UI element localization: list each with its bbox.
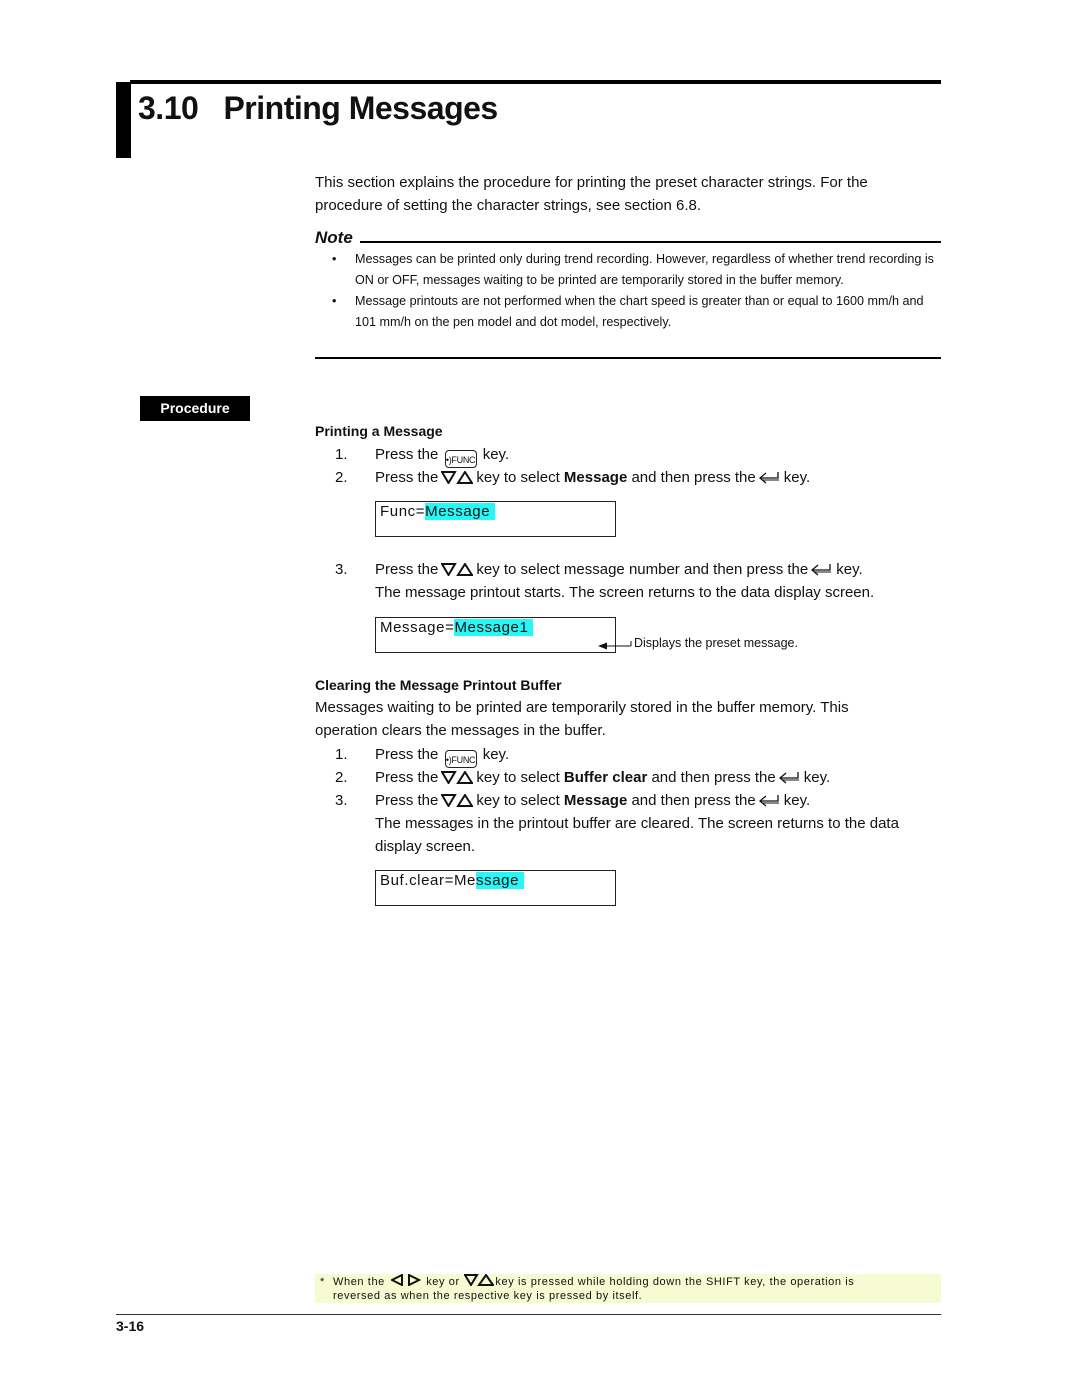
note-list: • Messages can be printed only during tre… — [330, 249, 940, 333]
lcd-highlight: Message1 — [454, 619, 534, 636]
enter-key-icon — [758, 468, 781, 491]
down-up-key-icon — [440, 791, 475, 814]
bullet-icon: • — [332, 252, 337, 266]
footer-rule — [116, 1314, 941, 1315]
clearing-heading: Clearing the Message Printout Buffer — [315, 677, 562, 693]
title-accent-bar — [116, 82, 131, 158]
down-up-key-icon — [440, 768, 475, 791]
printing-step-3-result: The message printout starts. The screen … — [375, 584, 875, 601]
page-title: 3.10 Printing Messages — [138, 90, 498, 127]
enter-key-icon — [758, 791, 781, 814]
procedure-tag: Procedure — [140, 396, 250, 421]
note-item: • Message printouts are not performed whe… — [330, 291, 940, 333]
lcd-func-message: Func=Message — [375, 501, 616, 537]
note-bottom-rule — [315, 357, 941, 359]
lcd-highlight: Message — [425, 503, 495, 520]
clearing-step-3-result: The messages in the printout buffer are … — [375, 815, 899, 855]
footnote: * When the key or key is pressed while h… — [315, 1273, 941, 1303]
bullet-icon: • — [332, 294, 337, 308]
down-up-key-icon — [440, 468, 475, 491]
note-top-rule — [360, 241, 941, 243]
printing-heading: Printing a Message — [315, 423, 443, 439]
title-rule — [130, 80, 941, 84]
enter-key-icon — [778, 768, 801, 791]
lcd-buffer-clear: Buf.clear=Message — [375, 870, 616, 906]
section-number: 3.10 — [138, 90, 199, 126]
intro-paragraph: This section explains the procedure for … — [315, 174, 868, 214]
arrow-left-icon — [598, 638, 632, 656]
lcd-annotation: Displays the preset message. — [634, 636, 798, 650]
down-up-key-icon — [440, 560, 475, 583]
left-right-key-icon — [389, 1273, 421, 1290]
enter-key-icon — [811, 560, 833, 583]
down-up-key-icon — [463, 1273, 496, 1290]
clearing-description: Messages waiting to be printed are tempo… — [315, 699, 849, 739]
note-heading: Note — [315, 228, 353, 247]
page-number: 3-16 — [116, 1318, 145, 1334]
lcd-highlight: ssage — [476, 872, 524, 889]
note-item: • Messages can be printed only during tre… — [330, 249, 940, 291]
section-title: Printing Messages — [223, 90, 498, 126]
lcd-message-select: Message=Message1 — [375, 617, 616, 653]
